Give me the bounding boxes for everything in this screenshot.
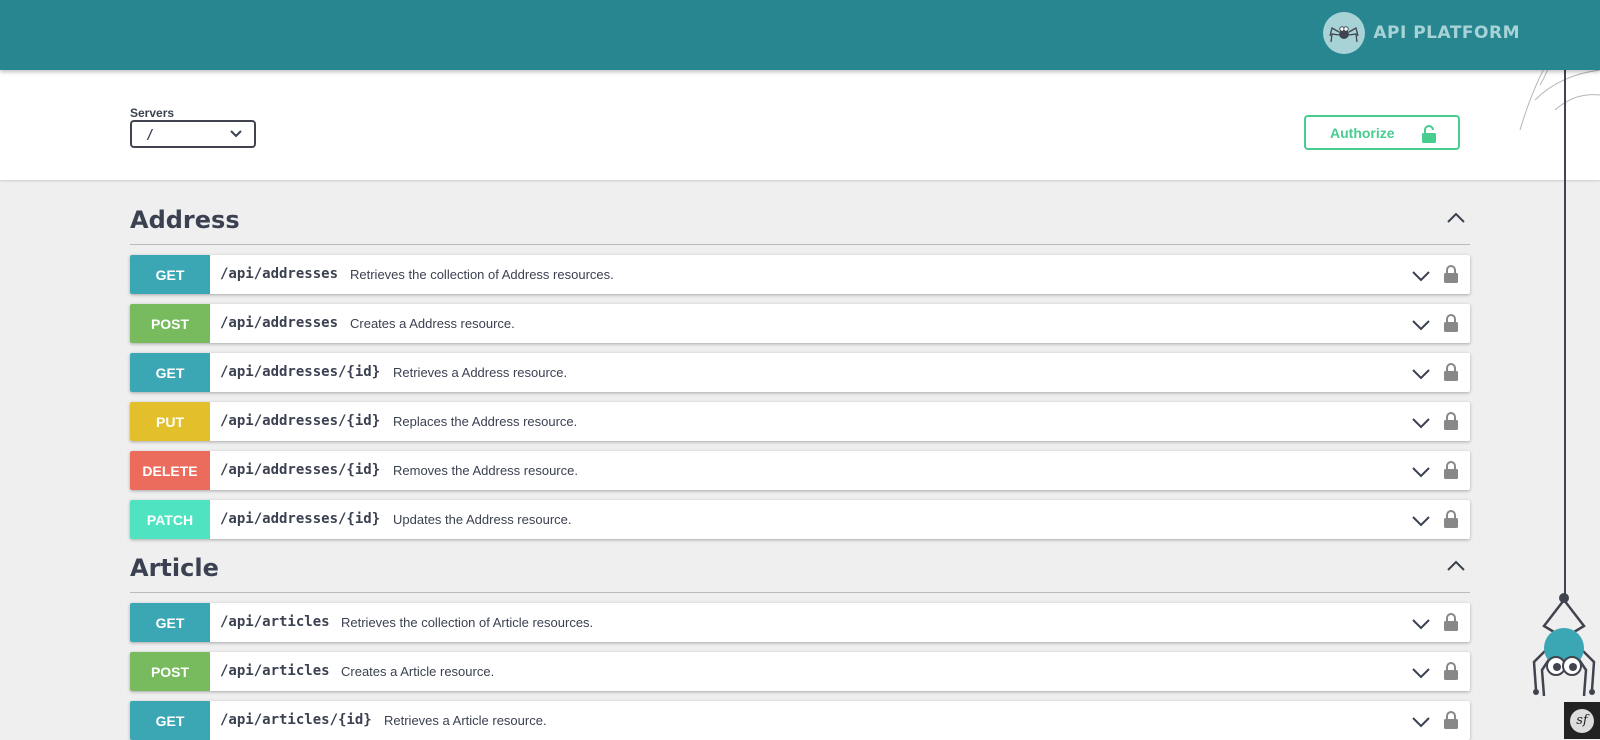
symfony-toolbar-toggle[interactable]: sf <box>1564 702 1600 739</box>
operation-path: /api/addresses/{id} <box>220 462 381 478</box>
method-badge: PATCH <box>130 500 210 539</box>
spider-thread <box>1564 0 1566 600</box>
operation-path: /api/addresses <box>220 315 339 331</box>
lock-icon[interactable] <box>1444 711 1458 734</box>
operations-list: GET/api/articles Retrieves the collection… <box>130 603 1470 740</box>
chevron-down-icon <box>230 130 242 138</box>
operation-path: /api/addresses <box>220 266 339 282</box>
operation-summary: Retrieves a Article resource. <box>384 713 547 728</box>
operation-get[interactable]: GET/api/articles/{id} Retrieves a Article… <box>130 701 1470 740</box>
operation-patch[interactable]: PATCH/api/addresses/{id} Updates the Addr… <box>130 500 1470 539</box>
operation-summary: Retrieves the collection of Article reso… <box>341 615 594 630</box>
chevron-down-icon[interactable] <box>1412 715 1430 733</box>
tag-title: Article <box>130 554 219 582</box>
operation-summary: Removes the Address resource. <box>393 463 578 478</box>
chevron-down-icon[interactable] <box>1412 269 1430 287</box>
tag-title: Address <box>130 206 240 234</box>
tag-header-address[interactable]: Address <box>130 200 1470 245</box>
method-badge: POST <box>130 652 210 691</box>
operation-summary: Updates the Address resource. <box>393 512 572 527</box>
api-platform-logo[interactable]: API PLATFORM <box>1323 12 1520 54</box>
lock-icon[interactable] <box>1444 613 1458 636</box>
method-badge: GET <box>130 255 210 294</box>
chevron-down-icon[interactable] <box>1412 318 1430 336</box>
operation-get[interactable]: GET/api/addresses Retrieves the collectio… <box>130 255 1470 294</box>
operation-path: /api/articles <box>220 663 330 679</box>
servers-label: Servers <box>130 106 175 120</box>
operation-post[interactable]: POST/api/articles Creates a Article resou… <box>130 652 1470 691</box>
chevron-down-icon[interactable] <box>1412 514 1430 532</box>
operation-delete[interactable]: DELETE/api/addresses/{id} Removes the Add… <box>130 451 1470 490</box>
operation-path: /api/addresses/{id} <box>220 413 381 429</box>
scheme-container: Servers / Authorize <box>0 70 1600 180</box>
chevron-down-icon[interactable] <box>1412 617 1430 635</box>
top-bar: API PLATFORM <box>0 0 1600 70</box>
operations-list: GET/api/addresses Retrieves the collectio… <box>130 255 1470 539</box>
tag-header-article[interactable]: Article <box>130 548 1470 593</box>
operation-put[interactable]: PUT/api/addresses/{id} Replaces the Addre… <box>130 402 1470 441</box>
chevron-down-icon[interactable] <box>1412 416 1430 434</box>
operation-summary: Retrieves a Address resource. <box>393 365 568 380</box>
servers-select[interactable]: / <box>130 120 256 148</box>
chevron-down-icon[interactable] <box>1412 666 1430 684</box>
authorize-label: Authorize <box>1330 124 1395 141</box>
lock-icon[interactable] <box>1444 265 1458 288</box>
unlocked-icon <box>1422 125 1436 143</box>
operation-summary: Creates a Article resource. <box>341 664 495 679</box>
lock-icon[interactable] <box>1444 363 1458 386</box>
authorize-button[interactable]: Authorize <box>1304 115 1460 150</box>
operation-summary: Creates a Address resource. <box>350 316 515 331</box>
chevron-down-icon[interactable] <box>1412 465 1430 483</box>
logo-text: API PLATFORM <box>1373 23 1520 43</box>
lock-icon[interactable] <box>1444 662 1458 685</box>
method-badge: POST <box>130 304 210 343</box>
operation-summary: Retrieves the collection of Address reso… <box>350 267 614 282</box>
lock-icon[interactable] <box>1444 314 1458 337</box>
lock-icon[interactable] <box>1444 461 1458 484</box>
chevron-up-icon[interactable] <box>1446 560 1466 572</box>
chevron-up-icon[interactable] <box>1446 212 1466 224</box>
symfony-icon: sf <box>1570 708 1594 733</box>
operation-summary: Replaces the Address resource. <box>393 414 578 429</box>
method-badge: GET <box>130 701 210 740</box>
lock-icon[interactable] <box>1444 510 1458 533</box>
spider-mascot-icon <box>1532 593 1596 697</box>
method-badge: PUT <box>130 402 210 441</box>
operation-get[interactable]: GET/api/articles Retrieves the collection… <box>130 603 1470 642</box>
operation-path: /api/addresses/{id} <box>220 364 381 380</box>
method-badge: GET <box>130 353 210 392</box>
operation-get[interactable]: GET/api/addresses/{id} Retrieves a Addres… <box>130 353 1470 392</box>
spider-logo-icon <box>1323 12 1366 54</box>
operation-path: /api/articles/{id} <box>220 712 372 728</box>
method-badge: GET <box>130 603 210 642</box>
tag-section-address: Address GET/api/addresses Retrieves the c… <box>130 200 1470 539</box>
operation-path: /api/addresses/{id} <box>220 511 381 527</box>
chevron-down-icon[interactable] <box>1412 367 1430 385</box>
servers-selected-value: / <box>146 128 154 143</box>
operation-post[interactable]: POST/api/addresses Creates a Address reso… <box>130 304 1470 343</box>
operation-path: /api/articles <box>220 614 330 630</box>
method-badge: DELETE <box>130 451 210 490</box>
lock-icon[interactable] <box>1444 412 1458 435</box>
tag-section-article: Article GET/api/articles Retrieves the co… <box>130 548 1470 740</box>
